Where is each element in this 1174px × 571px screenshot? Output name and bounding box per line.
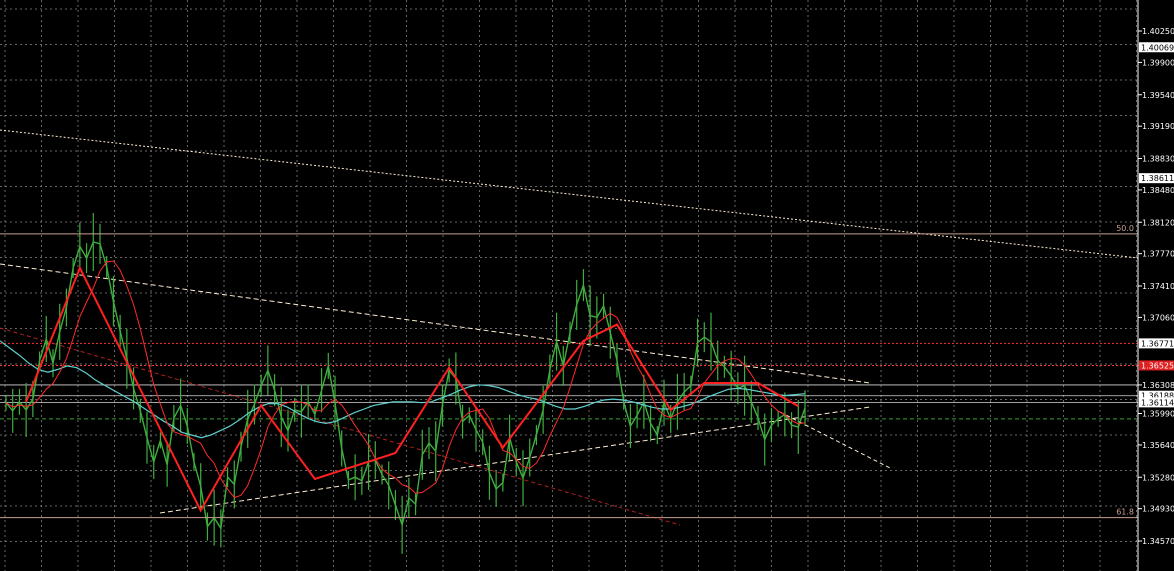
price-label-text: 1.38611	[1141, 174, 1174, 183]
fib-level-label: 61.8	[1116, 508, 1134, 517]
axis-tick-label: 1.37060	[1142, 313, 1174, 322]
axis-tick-label: 1.34930	[1142, 505, 1174, 514]
axis-tick-label: 1.35280	[1142, 473, 1174, 482]
axis-tick-label: 1.38480	[1142, 186, 1174, 195]
axis-tick-label: 1.40250	[1142, 27, 1174, 36]
axis-tick-label: 1.37770	[1142, 250, 1174, 259]
price-chart[interactable]: 50.0 61.8 1.40250 1.39900 1.39540 1.39190 1.3…	[0, 0, 1174, 571]
price-label-text: 1.36114	[1141, 398, 1174, 407]
axis-tick-label: 1.34570	[1142, 537, 1174, 546]
axis-tick-label: 1.38830	[1142, 155, 1174, 164]
axis-tick-label: 1.39540	[1142, 91, 1174, 100]
axis-tick-label: 1.37410	[1142, 282, 1174, 291]
price-label-text: 1.40069	[1141, 43, 1174, 52]
price-label-text: 1.36525	[1141, 361, 1174, 370]
axis-tick-label: 1.38120	[1142, 218, 1174, 227]
axis-tick-label: 1.35640	[1142, 441, 1174, 450]
axis-tick-label: 1.39190	[1142, 122, 1174, 131]
price-label-text: 1.36771	[1141, 339, 1174, 348]
fib-level-label: 50.0	[1116, 224, 1134, 233]
chart-background	[0, 0, 1174, 571]
axis-tick-label: 1.36308	[1142, 381, 1174, 390]
axis-tick-label: 1.35990	[1142, 410, 1174, 419]
axis-tick-label: 1.39900	[1142, 58, 1174, 67]
